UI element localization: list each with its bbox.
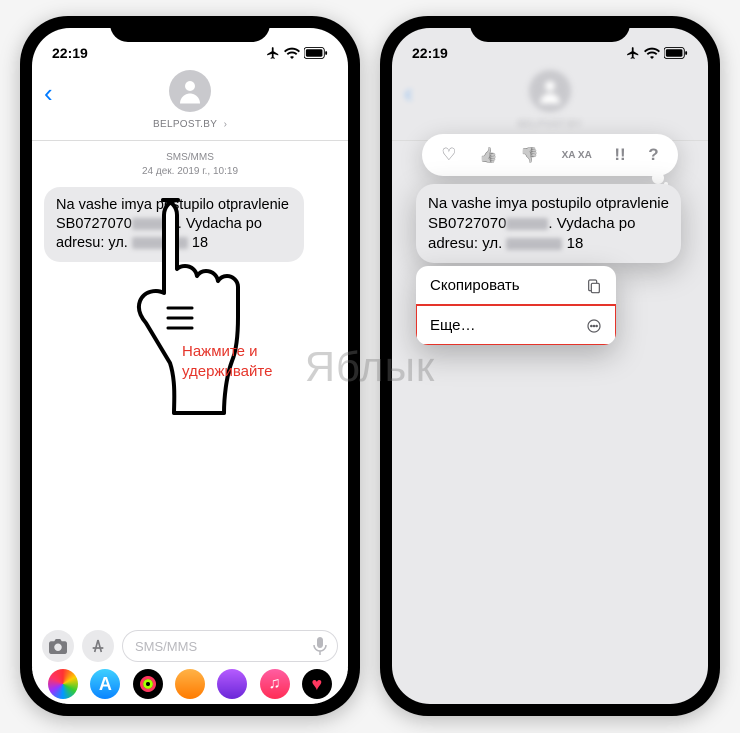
notch: [110, 16, 270, 42]
redacted-tracking: [506, 218, 548, 230]
phone-left: 22:19 ‹ BELPOST.BY › SMS/: [20, 16, 360, 716]
timestamp: 24 дек. 2019 г., 10:19: [44, 165, 336, 179]
msg-line3a: adresu: ул.: [428, 235, 502, 252]
conversation-header-blurred: ‹ BELPOST.BY: [392, 68, 708, 141]
reaction-thumbs-down[interactable]: 👎: [520, 146, 539, 164]
msg-line1: Na vashe imya postupilo otpravlenie: [428, 195, 669, 212]
context-more-label: Еще…: [430, 317, 476, 334]
channel-label: SMS/MMS: [44, 151, 336, 165]
screen-right: 22:19 ‹ BELPOST.BY ♡ 👍 👎 XA XA: [392, 28, 708, 704]
status-time: 22:19: [52, 45, 88, 61]
hint-line2: удерживайте: [182, 363, 272, 380]
status-right: [626, 46, 688, 60]
compose-input[interactable]: SMS/MMS: [122, 630, 338, 662]
context-more[interactable]: Еще…: [416, 305, 616, 345]
reaction-thumbs-up[interactable]: 👍: [479, 146, 498, 164]
more-icon: [586, 318, 602, 334]
conversation-header: ‹ BELPOST.BY ›: [32, 68, 348, 141]
redacted-tracking: [132, 218, 178, 230]
app-heart[interactable]: ♥: [302, 669, 332, 699]
reaction-exclaim[interactable]: !!: [614, 145, 625, 165]
wifi-icon: [644, 47, 660, 59]
msg-line1: Na vashe imya postupilo otpravlenie: [56, 197, 289, 213]
appstore-button[interactable]: [82, 630, 114, 662]
camera-icon: [49, 639, 67, 654]
reaction-heart[interactable]: ♡: [441, 145, 456, 165]
msg-after-tracking: . Vydacha po: [548, 215, 635, 232]
msg-line3b: 18: [192, 235, 208, 251]
person-icon: [175, 76, 205, 106]
redacted-street: [506, 238, 562, 250]
msg-line3a: adresu: ул.: [56, 235, 128, 251]
reaction-question[interactable]: ?: [648, 145, 658, 165]
back-button: ‹: [404, 78, 413, 109]
back-button[interactable]: ‹: [44, 78, 53, 109]
message-bubble-selected[interactable]: Na vashe imya postupilo otpravlenie SB07…: [416, 184, 681, 263]
person-icon: [535, 76, 565, 106]
chevron-right-icon: ›: [224, 119, 227, 130]
sender-name: BELPOST.BY: [518, 119, 582, 130]
msg-line3b: 18: [567, 235, 584, 252]
app-store[interactable]: A: [90, 669, 120, 699]
status-right: [266, 46, 328, 60]
battery-icon: [304, 47, 328, 59]
context-menu: Скопировать Еще…: [416, 266, 616, 345]
mic-icon[interactable]: [309, 635, 331, 657]
camera-button[interactable]: [42, 630, 74, 662]
reaction-haha[interactable]: XA XA: [562, 151, 592, 160]
copy-icon: [586, 278, 602, 294]
reactions-bar: ♡ 👍 👎 XA XA !! ?: [422, 134, 678, 176]
appstore-icon: [90, 638, 106, 654]
compose-bar: SMS/MMS: [32, 624, 348, 668]
msg-tracking: SB0727070: [428, 215, 506, 232]
app-music[interactable]: ♫: [260, 669, 290, 699]
app-memoji-1[interactable]: [175, 669, 205, 699]
msg-after-tracking: . Vydacha po: [178, 216, 262, 232]
hint-text: Нажмите и удерживайте: [182, 342, 272, 381]
avatar[interactable]: [169, 70, 211, 112]
app-activity[interactable]: [133, 669, 163, 699]
context-copy[interactable]: Скопировать: [416, 266, 616, 305]
message-bubble[interactable]: Na vashe imya postupilo otpravlenie SB07…: [44, 187, 304, 262]
phone-right: 22:19 ‹ BELPOST.BY ♡ 👍 👎 XA XA: [380, 16, 720, 716]
app-photos[interactable]: [48, 669, 78, 699]
hint-line1: Нажмите и: [182, 343, 258, 360]
redacted-street: [132, 237, 188, 249]
screen-left: 22:19 ‹ BELPOST.BY › SMS/: [32, 28, 348, 704]
airplane-icon: [626, 46, 640, 60]
message-meta: SMS/MMS 24 дек. 2019 г., 10:19: [44, 151, 336, 179]
app-strip: A ♫ ♥: [32, 668, 348, 704]
compose-placeholder: SMS/MMS: [135, 639, 197, 654]
app-memoji-2[interactable]: [217, 669, 247, 699]
status-time: 22:19: [412, 45, 448, 61]
notch: [470, 16, 630, 42]
battery-icon: [664, 47, 688, 59]
msg-tracking: SB0727070: [56, 216, 132, 232]
wifi-icon: [284, 47, 300, 59]
message-area: SMS/MMS 24 дек. 2019 г., 10:19 Na vashe …: [32, 141, 348, 272]
avatar: [529, 70, 571, 112]
context-copy-label: Скопировать: [430, 277, 520, 294]
airplane-icon: [266, 46, 280, 60]
sender-name[interactable]: BELPOST.BY: [153, 119, 217, 130]
